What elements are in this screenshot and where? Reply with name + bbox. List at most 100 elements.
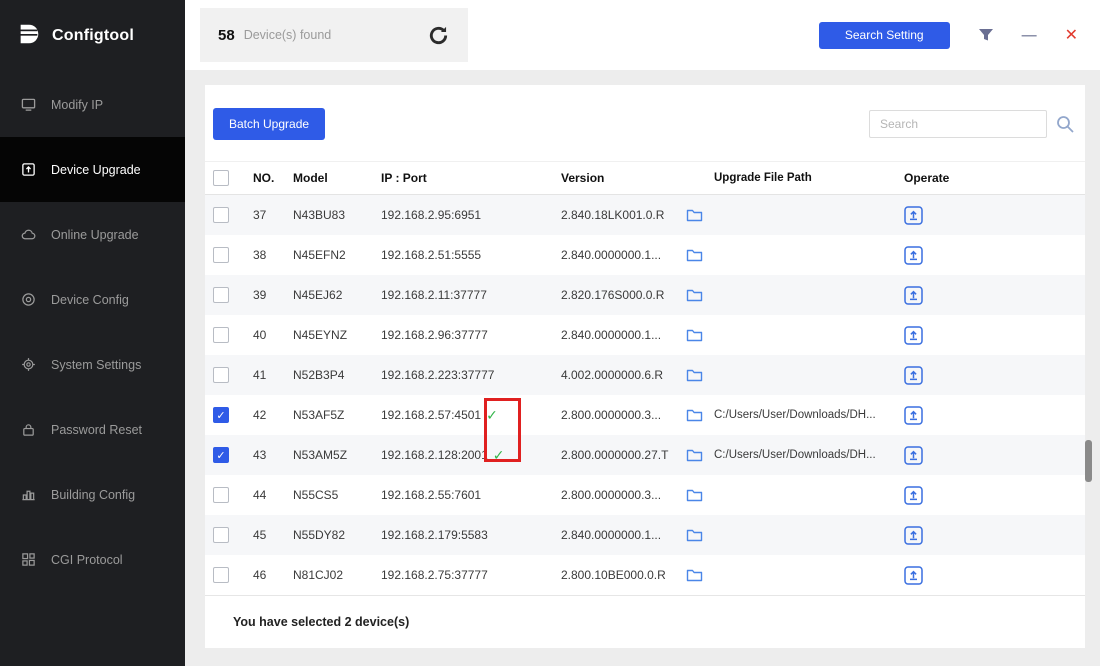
- window-controls: Search Setting — ✕: [818, 21, 1078, 49]
- col-header-version: Version: [561, 171, 605, 185]
- table-footer: You have selected 2 device(s): [205, 595, 1085, 648]
- system-settings-icon: [20, 357, 36, 373]
- table-row: 45 N55DY82 192.168.2.179:5583 ✓ 2.840.00…: [205, 515, 1085, 555]
- browse-file-icon[interactable]: [686, 288, 714, 303]
- row-version: 2.820.176S000.0.R: [561, 288, 665, 302]
- sidebar-item-label: Modify IP: [51, 97, 104, 112]
- scrollbar-thumb[interactable]: [1085, 440, 1092, 482]
- sidebar-item-device-config[interactable]: Device Config: [0, 267, 185, 332]
- device-upgrade-panel: Batch Upgrade NO. Model IP : Port Versio…: [205, 85, 1085, 648]
- table-row: 42 N53AF5Z 192.168.2.57:4501 ✓ 2.800.000…: [205, 395, 1085, 435]
- batch-upgrade-button[interactable]: Batch Upgrade: [213, 108, 326, 140]
- row-version: 2.840.18LK001.0.R: [561, 208, 665, 222]
- row-ip-port: 192.168.2.55:7601 ✓: [381, 488, 482, 502]
- refresh-icon[interactable]: [427, 24, 450, 47]
- row-checkbox[interactable]: [213, 527, 229, 543]
- upgrade-upload-icon[interactable]: [904, 405, 923, 425]
- browse-file-icon[interactable]: [686, 488, 714, 503]
- row-checkbox[interactable]: [213, 367, 229, 383]
- upgrade-upload-icon[interactable]: [904, 565, 923, 585]
- sidebar: Configtool Modify IP Device Upgrade Onli…: [0, 0, 185, 666]
- table-header: NO. Model IP : Port Version Upgrade File…: [205, 161, 1085, 195]
- row-ip-port: 192.168.2.11:37777 ✓: [381, 288, 487, 302]
- upgrade-upload-icon[interactable]: [904, 485, 923, 505]
- table-row: 40 N45EYNZ 192.168.2.96:37777 ✓ 2.840.00…: [205, 315, 1085, 355]
- row-version: 2.800.0000000.3...: [561, 408, 662, 422]
- upgrade-upload-icon[interactable]: [904, 205, 923, 225]
- browse-file-icon[interactable]: [686, 408, 714, 423]
- upgrade-upload-icon[interactable]: [904, 245, 923, 265]
- upgrade-upload-icon[interactable]: [904, 365, 923, 385]
- row-ip-port: 192.168.2.57:4501 ✓: [381, 406, 498, 423]
- row-model: N53AF5Z: [293, 408, 345, 422]
- row-model: N45EJ62: [293, 288, 343, 302]
- sidebar-item-label: Device Upgrade: [51, 162, 141, 177]
- verified-check-icon: ✓: [486, 406, 498, 423]
- row-checkbox[interactable]: [213, 487, 229, 503]
- row-ip-port: 192.168.2.179:5583 ✓: [381, 528, 488, 542]
- sidebar-item-password-reset[interactable]: Password Reset: [0, 397, 185, 462]
- browse-file-icon[interactable]: [686, 328, 714, 343]
- select-all-checkbox[interactable]: [213, 170, 229, 186]
- browse-file-icon[interactable]: [686, 208, 714, 223]
- sidebar-item-system-settings[interactable]: System Settings: [0, 332, 185, 397]
- row-number: 37: [253, 208, 267, 222]
- upgrade-upload-icon[interactable]: [904, 525, 923, 545]
- row-version: 2.840.0000000.1...: [561, 328, 662, 342]
- row-model: N43BU83: [293, 208, 346, 222]
- panel-toolbar: Batch Upgrade: [205, 85, 1085, 161]
- browse-file-icon[interactable]: [686, 568, 714, 583]
- row-model: N45EYNZ: [293, 328, 348, 342]
- row-ip-port: 192.168.2.128:2001 ✓: [381, 446, 505, 463]
- app-title: Configtool: [52, 27, 134, 44]
- browse-file-icon[interactable]: [686, 248, 714, 263]
- row-version: 2.800.0000000.27.T: [561, 448, 669, 462]
- browse-file-icon[interactable]: [686, 368, 714, 383]
- search-setting-button[interactable]: Search Setting: [818, 21, 950, 49]
- col-header-operate: Operate: [904, 171, 950, 185]
- password-reset-icon: [20, 422, 36, 438]
- sidebar-item-label: Password Reset: [51, 422, 143, 437]
- row-checkbox[interactable]: [213, 447, 229, 463]
- browse-file-icon[interactable]: [686, 448, 714, 463]
- close-icon[interactable]: ✕: [1065, 25, 1078, 45]
- cgi-protocol-icon: [20, 552, 36, 568]
- device-count-box: 58 Device(s) found: [200, 8, 468, 62]
- sidebar-nav: Modify IP Device Upgrade Online Upgrade …: [0, 72, 185, 592]
- row-checkbox[interactable]: [213, 327, 229, 343]
- minimize-icon[interactable]: —: [1022, 27, 1037, 44]
- table-row: 43 N53AM5Z 192.168.2.128:2001 ✓ 2.800.00…: [205, 435, 1085, 475]
- sidebar-item-building-config[interactable]: Building Config: [0, 462, 185, 527]
- row-ip-port: 192.168.2.75:37777 ✓: [381, 568, 488, 582]
- table-row: 37 N43BU83 192.168.2.95:6951 ✓ 2.840.18L…: [205, 195, 1085, 235]
- row-model: N52B3P4: [293, 368, 345, 382]
- row-checkbox[interactable]: [213, 247, 229, 263]
- upgrade-upload-icon[interactable]: [904, 285, 923, 305]
- row-number: 39: [253, 288, 267, 302]
- sidebar-item-label: Building Config: [51, 487, 136, 502]
- browse-file-icon[interactable]: [686, 528, 714, 543]
- building-config-icon: [20, 487, 36, 503]
- sidebar-item-device-upgrade[interactable]: Device Upgrade: [0, 137, 185, 202]
- row-number: 41: [253, 368, 267, 382]
- row-checkbox[interactable]: [213, 287, 229, 303]
- col-header-ip-port: IP : Port: [381, 171, 427, 185]
- search-icon[interactable]: [1055, 114, 1075, 134]
- skin-filter-icon[interactable]: [978, 28, 994, 42]
- upgrade-upload-icon[interactable]: [904, 325, 923, 345]
- sidebar-item-cgi-protocol[interactable]: CGI Protocol: [0, 527, 185, 592]
- row-checkbox[interactable]: [213, 207, 229, 223]
- selection-summary: You have selected 2 device(s): [233, 615, 410, 629]
- row-checkbox[interactable]: [213, 567, 229, 583]
- row-model: N55CS5: [293, 488, 339, 502]
- row-number: 42: [253, 408, 267, 422]
- row-number: 44: [253, 488, 267, 502]
- modify-ip-icon: [20, 97, 36, 113]
- device-upgrade-icon: [20, 162, 36, 178]
- sidebar-item-online-upgrade[interactable]: Online Upgrade: [0, 202, 185, 267]
- row-ip-port: 192.168.2.223:37777 ✓: [381, 368, 495, 382]
- row-checkbox[interactable]: [213, 407, 229, 423]
- upgrade-upload-icon[interactable]: [904, 445, 923, 465]
- sidebar-item-modify-ip[interactable]: Modify IP: [0, 72, 185, 137]
- search-input[interactable]: [869, 110, 1047, 138]
